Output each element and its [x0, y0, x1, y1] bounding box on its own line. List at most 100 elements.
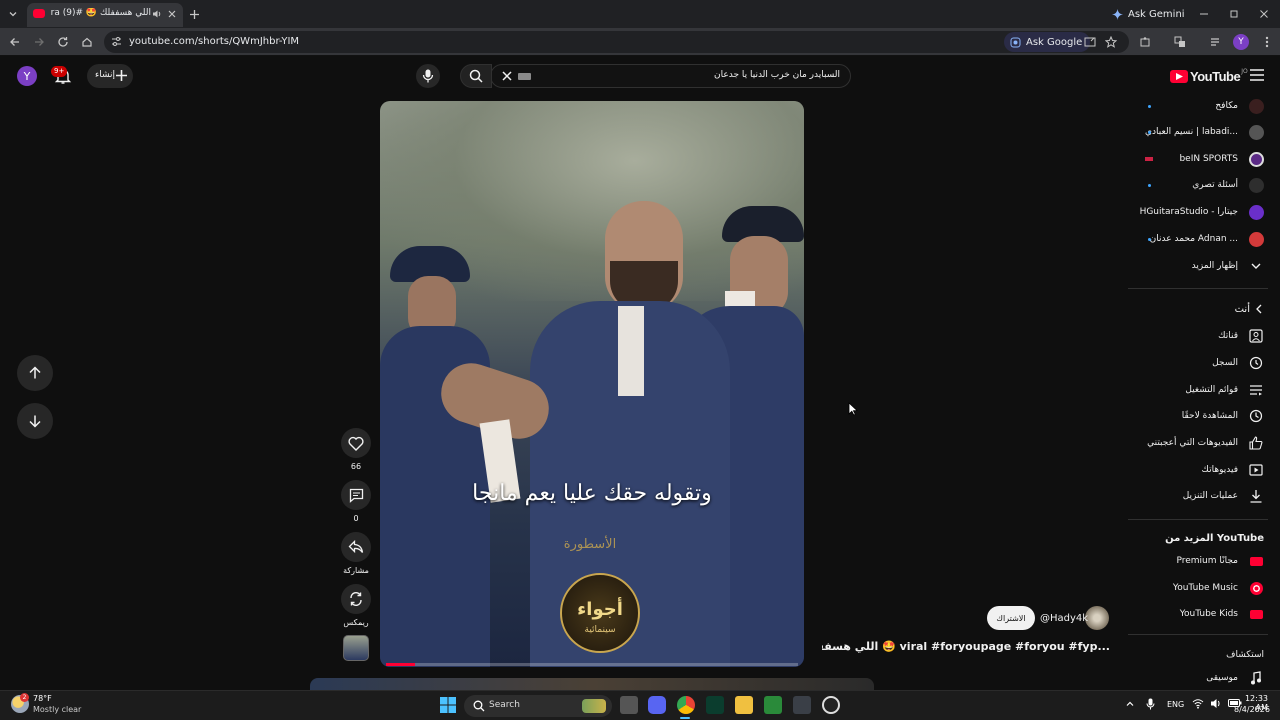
clock-date[interactable]: 8/4/2026	[1234, 705, 1270, 714]
you-item[interactable]: السجل	[1212, 353, 1264, 373]
back-arrow-icon[interactable]	[7, 34, 23, 50]
you-item[interactable]: قوائم التشغيل	[1185, 380, 1264, 400]
home-icon[interactable]	[79, 34, 95, 50]
ask-gemini-button[interactable]: Ask Gemini	[1106, 4, 1193, 24]
you-item[interactable]: فيديوهاتك	[1202, 460, 1264, 480]
create-button[interactable]: إنشاء	[87, 64, 133, 88]
file-explorer-icon[interactable]	[735, 696, 753, 714]
chevron-left-icon	[1256, 304, 1262, 314]
video-title[interactable]: ...viral #foryoupage #foryou #fyp 🤩 اللي…	[822, 640, 1110, 653]
channel-handle[interactable]: @Hady4k	[1040, 613, 1088, 624]
tab-audio-icon[interactable]	[152, 9, 162, 19]
terminal-app-icon[interactable]	[706, 696, 724, 714]
subscription-label: beIN SPORTS	[1179, 154, 1238, 164]
window-restore-icon[interactable]	[1226, 6, 1242, 22]
window-minimize-icon[interactable]	[1196, 6, 1212, 22]
youtube-music-icon	[1249, 581, 1263, 595]
weather-alert-badge: 2	[20, 693, 29, 702]
discord-icon[interactable]	[648, 696, 666, 714]
app-green-icon[interactable]	[764, 696, 782, 714]
windows-start-icon[interactable]	[440, 697, 456, 713]
forward-arrow-icon[interactable]	[31, 34, 47, 50]
voice-search-button[interactable]	[416, 64, 440, 88]
youtube-logo[interactable]: YouTube JO	[1170, 68, 1248, 84]
ask-google-label: Ask Google	[1026, 36, 1083, 48]
arrow-down-icon	[29, 415, 41, 428]
you-section-header[interactable]: أنت	[1235, 299, 1264, 319]
media-queue-icon[interactable]	[1208, 34, 1224, 50]
new-tab-plus-icon[interactable]	[186, 6, 202, 22]
watermark-logo-text: أجواء	[577, 599, 623, 620]
person-icon	[1249, 329, 1263, 343]
keyboard-icon[interactable]	[518, 73, 531, 80]
site-info-icon[interactable]	[111, 36, 122, 47]
subscription-item[interactable]: HGuitaraStudio - جيتارا	[1140, 202, 1264, 222]
explore-item[interactable]: موسيقى	[1206, 668, 1264, 688]
weather-condition[interactable]: Mostly clear	[33, 705, 81, 714]
task-view-icon[interactable]	[620, 696, 638, 714]
taskbar-search-box[interactable]: Search	[464, 695, 612, 717]
tray-microphone-icon[interactable]	[1146, 698, 1155, 710]
remix-button[interactable]	[341, 584, 371, 614]
channel-avatar[interactable]	[1085, 606, 1109, 630]
volume-icon[interactable]	[1210, 698, 1222, 709]
clock-icon	[1249, 409, 1263, 423]
app-window-icon[interactable]	[793, 696, 811, 714]
more-item[interactable]: Premium مجانًا	[1176, 551, 1264, 571]
tab-list-chevron-icon[interactable]	[5, 6, 21, 22]
clear-search-x-icon[interactable]	[501, 70, 513, 82]
address-bar[interactable]: youtube.com/shorts/QWmJhbr-YIM Ask Googl…	[104, 31, 1129, 53]
account-avatar[interactable]: Y	[17, 66, 37, 86]
subscription-item[interactable]: beIN SPORTS	[1179, 149, 1264, 169]
subscribe-button[interactable]: الاشتراك	[987, 606, 1035, 630]
you-item-label: قناتك	[1218, 331, 1238, 341]
video-progress-bar[interactable]	[386, 663, 798, 666]
show-more-button[interactable]: إظهار المزيد	[1192, 256, 1264, 276]
subscription-item[interactable]: محمد عدنان Adnan ...	[1150, 229, 1264, 249]
search-input[interactable]: السبايدر مان خرب الدنيا يا جدعان	[590, 70, 840, 80]
comment-button[interactable]	[341, 480, 371, 510]
bookmark-star-icon[interactable]	[1105, 36, 1117, 48]
guide-menu-hamburger-icon[interactable]	[1250, 69, 1264, 81]
sidebar-divider	[1128, 519, 1268, 520]
sound-thumbnail[interactable]	[343, 635, 369, 661]
like-button[interactable]	[341, 428, 371, 458]
subscription-item[interactable]: نسيم العبادي | labadi...	[1145, 122, 1264, 142]
search-bar[interactable]: السبايدر مان خرب الدنيا يا جدعان	[460, 64, 851, 88]
input-language[interactable]: ENG	[1167, 700, 1184, 709]
previous-short-button[interactable]	[17, 355, 53, 391]
sidebar-divider	[1128, 288, 1268, 289]
share-button[interactable]	[341, 532, 371, 562]
more-item[interactable]: YouTube Music	[1173, 578, 1264, 598]
subscription-item[interactable]: مكافح	[1215, 96, 1264, 116]
tab-close-icon[interactable]	[167, 9, 177, 19]
like-action: 66	[340, 428, 372, 471]
you-item[interactable]: عمليات التنزيل	[1183, 486, 1264, 506]
ask-google-button[interactable]: Ask Google	[1004, 32, 1091, 52]
window-close-icon[interactable]	[1256, 6, 1272, 22]
translate-icon[interactable]	[1172, 34, 1188, 50]
chrome-icon[interactable]	[677, 696, 695, 714]
search-submit-button[interactable]	[460, 64, 492, 88]
you-item[interactable]: قناتك	[1218, 326, 1264, 346]
you-item[interactable]: المشاهدة لاحقًا	[1182, 406, 1264, 426]
you-item-label: السجل	[1212, 358, 1238, 368]
browser-menu-kebab-icon[interactable]	[1259, 34, 1275, 50]
next-short-button[interactable]	[17, 403, 53, 439]
reload-icon[interactable]	[55, 34, 71, 50]
playlist-icon	[1250, 385, 1262, 396]
cast-icon[interactable]	[1084, 36, 1096, 48]
heart-icon	[348, 436, 364, 451]
app-circle-icon[interactable]	[822, 696, 840, 714]
browser-tab-active[interactable]: اللي هسففلك 🤩 #vira (9)	[27, 3, 183, 27]
you-item[interactable]: الفيديوهات التي أعجبتني	[1147, 433, 1264, 453]
tray-overflow-chevron-icon[interactable]	[1125, 699, 1135, 709]
more-item[interactable]: YouTube Kids	[1180, 604, 1264, 624]
extensions-puzzle-icon[interactable]	[1137, 34, 1153, 50]
next-short-preview[interactable]	[310, 678, 874, 690]
shorts-video-player[interactable]: وتقوله حقك عليا يعم مانجا الأسطورة أجواء…	[380, 101, 804, 667]
weather-temperature[interactable]: 78°F	[33, 694, 52, 703]
browser-profile-avatar[interactable]: Y	[1233, 34, 1249, 50]
subscription-item[interactable]: أسئلة تصري	[1192, 175, 1264, 195]
wifi-icon[interactable]	[1192, 698, 1204, 709]
